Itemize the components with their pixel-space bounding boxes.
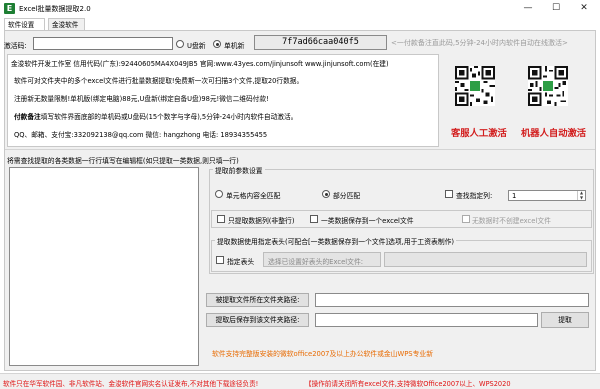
- payment-note-bold: 付款备注: [14, 113, 41, 121]
- maximize-button[interactable]: ☐: [542, 0, 570, 17]
- save-folder-input[interactable]: [315, 313, 538, 327]
- info-box: 金浚软件开发工作室 信用代码(广东):92440605MA4X049JB5 官网…: [7, 54, 439, 147]
- status-bar: 软件只在华军软件园、非凡软件站、金浚软件官网实名认证发布,不对其他下载途径负责!…: [0, 373, 600, 389]
- status-right: 【操作前请关闭所有excel文件,支持微软Office2007以上、WPS202…: [305, 380, 511, 388]
- udisk-radio[interactable]: [176, 40, 184, 48]
- header-settings-title: 提取数据使用指定表头(可配合[一类数据保存到一个文件]选项,用于工资表制作): [215, 236, 457, 246]
- find-column-checkbox[interactable]: [445, 190, 453, 198]
- status-left: 软件只在华军软件园、非凡软件站、金浚软件官网实名认证发布,不对其他下载途径负责!: [3, 380, 259, 388]
- full-match-label: 单元格内容全匹配: [226, 192, 281, 200]
- save-folder-button[interactable]: 提取后保存到该文件夹路径:: [206, 313, 309, 327]
- columns-only-label: 只提取数据列(非整行): [228, 217, 295, 225]
- machine-radio-label: 单机新: [224, 42, 245, 50]
- qr-code-robot: [528, 66, 568, 106]
- search-data-textarea[interactable]: [9, 167, 199, 366]
- contact-info: QQ、邮箱、支付宝:332092138@qq.com 微信: hangzhong…: [14, 131, 268, 139]
- column-number-spinner[interactable]: 1 ▲ ▼: [508, 190, 586, 201]
- find-column-label: 查找指定列:: [456, 192, 493, 200]
- window-title: Excel批量数据提取2.0: [19, 5, 91, 13]
- columns-only-checkbox[interactable]: [217, 215, 225, 223]
- minimize-button[interactable]: —: [514, 0, 542, 17]
- source-folder-input[interactable]: [315, 293, 589, 307]
- partial-match-label: 部分匹配: [333, 192, 361, 200]
- payment-note: 付款备注填写软件界面底部的单机码或U盘码(15个数字与字母),5分钟-24小时内…: [14, 111, 297, 121]
- payment-note-rest: 填写软件界面底部的单机码或U盘码(15个数字与字母),5分钟-24小时内软件自动…: [40, 113, 298, 121]
- choose-header-file-button[interactable]: 选择已设置好表头的Excel文件:: [263, 252, 381, 267]
- no-empty-file-checkbox[interactable]: [462, 215, 470, 223]
- machine-radio[interactable]: [213, 40, 221, 48]
- title-bar: E Excel批量数据提取2.0 — ☐ ✕: [0, 0, 600, 17]
- close-button[interactable]: ✕: [570, 0, 598, 17]
- activation-hint: <一付款备注直此码,5分钟-24小时内软件自动在线激活>: [391, 39, 568, 47]
- support-note: 软件支持完整版安装的微软office2007及以上办公软件或金山WPS专业新: [212, 350, 434, 358]
- one-type-per-file-label: 一类数据保存到一个excel文件: [321, 217, 414, 225]
- column-number-value: 1: [512, 192, 517, 200]
- source-folder-button[interactable]: 被提取文件所在文件夹路径:: [206, 293, 309, 307]
- activation-code-input[interactable]: [33, 37, 173, 50]
- partial-match-radio[interactable]: [322, 190, 330, 198]
- extract-button[interactable]: 提取: [541, 312, 589, 328]
- qr-code-service: [455, 66, 495, 106]
- udisk-radio-label: U盘新: [187, 42, 206, 50]
- activation-code-label: 激活码:: [4, 42, 27, 50]
- price-info: 注册新无数量限制!单机版(绑定电脑)88元,U盘新(绑定自备U盘)98元!微信二…: [14, 95, 269, 103]
- no-empty-file-label: 无数据时不创建excel文件: [472, 217, 551, 225]
- studio-info: 金浚软件开发工作室 信用代码(广东):92440605MA4X049JB5 官网…: [11, 60, 389, 68]
- full-match-radio[interactable]: [215, 190, 223, 198]
- section-divider: [5, 149, 595, 150]
- spinner-arrows-icon[interactable]: ▲ ▼: [577, 190, 585, 200]
- excel-app-icon: E: [4, 3, 15, 14]
- instruction-label: 将需查找提取的各类数据一行行填写在编辑框(如只提取一类数据,则只填一行): [7, 157, 239, 165]
- specify-header-label: 指定表头: [227, 258, 255, 266]
- qr-caption-robot: 机器人自动激活: [521, 128, 587, 139]
- specify-header-checkbox[interactable]: [216, 256, 224, 264]
- feature-description: 软件可对文件夹中的多个excel文件进行批量数据提取!免费斯一次可扫描3个文件,…: [14, 77, 304, 85]
- qr-caption-service: 客服人工激活: [451, 128, 507, 139]
- header-file-path-field[interactable]: [384, 252, 587, 267]
- extract-settings-title: 提取前参数设置: [213, 165, 265, 175]
- one-type-per-file-checkbox[interactable]: [310, 215, 318, 223]
- machine-code-field[interactable]: 7f7ad66caa040f5: [254, 35, 387, 50]
